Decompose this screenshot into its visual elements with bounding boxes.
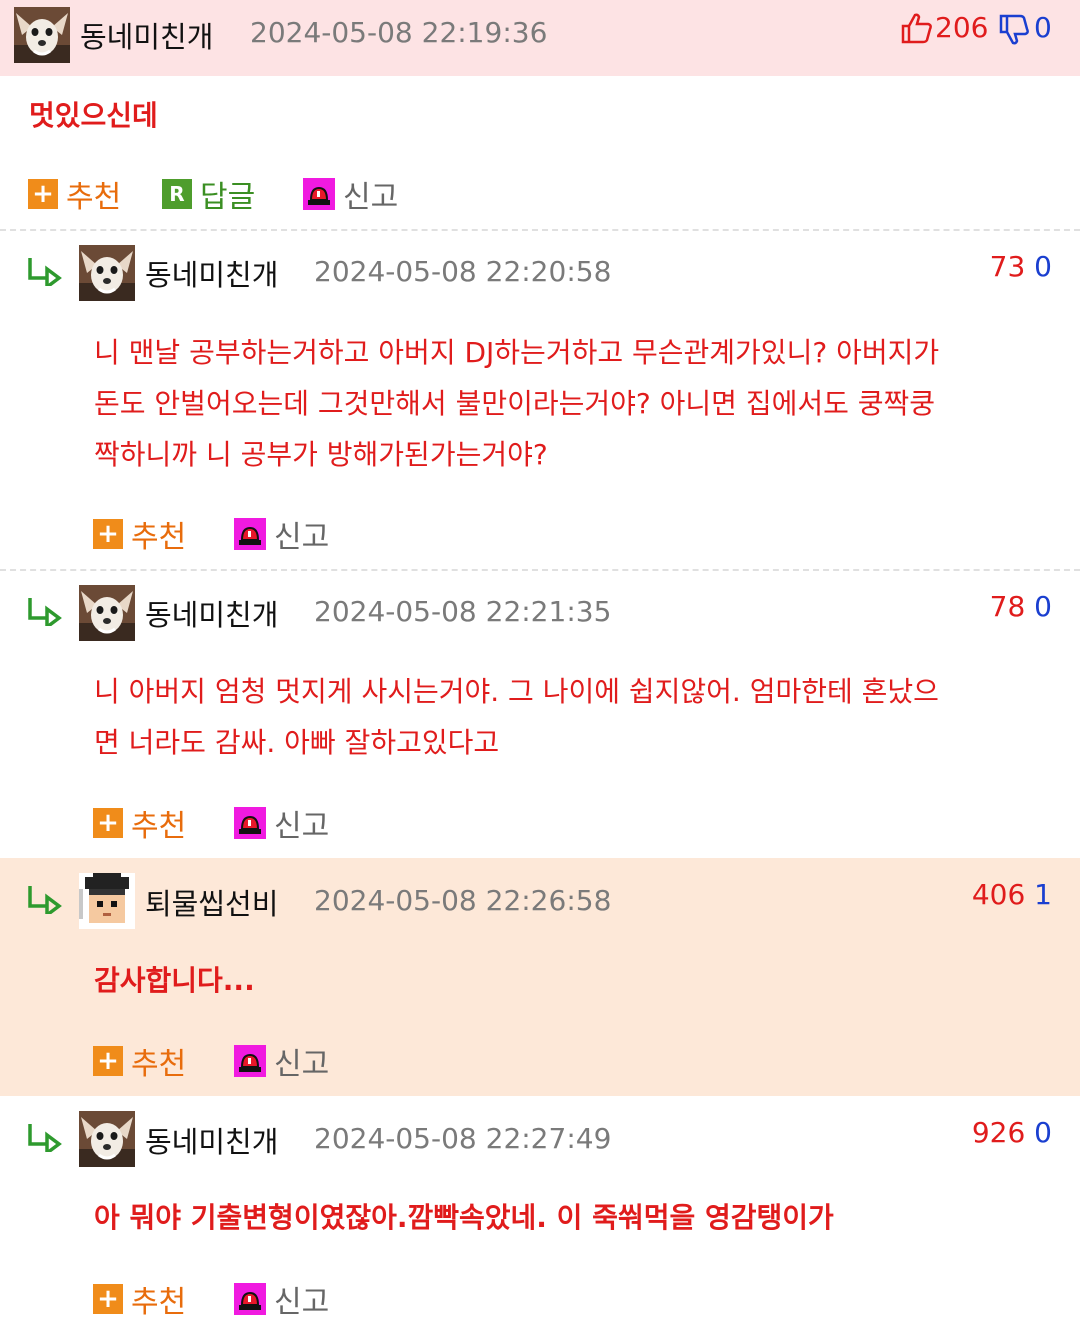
comment-body-line: 돈도 안벌어오는데 그것만해서 불만이라는거야? 아니면 집에서도 쿵짝쿵 <box>94 387 936 420</box>
like-count: 73 <box>989 250 1026 283</box>
recommend-label: 추천 <box>131 520 187 555</box>
like-count: 78 <box>989 590 1026 623</box>
reply-arrow-icon <box>27 256 63 286</box>
vote-counts: 406 1 <box>972 878 1052 911</box>
reply-arrow-icon <box>27 1122 63 1152</box>
thumbs-up-icon[interactable] <box>900 12 934 44</box>
dislike-count: 1 <box>1034 878 1052 911</box>
recommend-label: 추천 <box>131 1047 187 1082</box>
report-label: 신고 <box>343 180 399 215</box>
comment-body-line: 멋있으신데 <box>29 99 158 132</box>
siren-icon <box>234 1283 266 1315</box>
report-label: 신고 <box>274 809 330 844</box>
recommend-button[interactable]: + 추천 <box>93 512 186 556</box>
comment-datetime: 2024-05-08 22:20:58 <box>314 255 612 288</box>
divider <box>0 569 1080 571</box>
vote-counts: 78 0 <box>990 590 1052 623</box>
recommend-label: 추천 <box>131 1285 187 1320</box>
recommend-label: 추천 <box>131 809 187 844</box>
reply-arrow-icon <box>27 596 63 626</box>
like-count: 406 <box>971 878 1026 911</box>
siren-icon <box>234 807 266 839</box>
report-label: 신고 <box>274 1285 330 1320</box>
like-count: 206 <box>935 11 989 44</box>
plus-icon: + <box>93 808 123 838</box>
comment-datetime: 2024-05-08 22:27:49 <box>314 1122 612 1155</box>
comment-datetime: 2024-05-08 22:21:35 <box>314 595 612 628</box>
comment-nickname[interactable]: 동네미친개 <box>145 592 278 634</box>
report-button[interactable]: 신고 <box>303 172 398 216</box>
dog-avatar[interactable] <box>79 585 135 641</box>
comment-datetime: 2024-05-08 22:26:58 <box>314 884 612 917</box>
report-button[interactable]: 신고 <box>234 801 329 845</box>
recommend-button[interactable]: + 추천 <box>93 1039 186 1083</box>
recommend-label: 추천 <box>66 180 122 215</box>
recommend-button[interactable]: + 추천 <box>93 801 186 845</box>
comment-body-line: 짝하니까 니 공부가 방해가된가는거야? <box>94 438 548 471</box>
vote-counts: 926 0 <box>972 1116 1052 1149</box>
siren-icon <box>303 178 335 210</box>
dog-avatar[interactable] <box>79 245 135 301</box>
plus-icon: + <box>93 519 123 549</box>
comment-nickname[interactable]: 동네미친개 <box>145 252 278 294</box>
report-button[interactable]: 신고 <box>234 1039 329 1083</box>
scholar-avatar[interactable] <box>79 873 135 929</box>
plus-icon: + <box>28 179 58 209</box>
vote-counts: 73 0 <box>990 250 1052 283</box>
recommend-button[interactable]: + 추천 <box>93 1277 186 1321</box>
siren-icon <box>234 1045 266 1077</box>
recommend-button[interactable]: + 추천 <box>28 172 121 216</box>
reply-arrow-icon <box>27 884 63 914</box>
comment-body-line: 감사합니다... <box>94 964 255 997</box>
comment-body-line: 면 너라도 감싸. 아빠 잘하고있다고 <box>94 726 500 759</box>
reply-label: 답글 <box>200 180 256 215</box>
r-icon: R <box>162 179 192 209</box>
report-button[interactable]: 신고 <box>234 1277 329 1321</box>
dog-avatar[interactable] <box>79 1111 135 1167</box>
like-count: 926 <box>971 1116 1026 1149</box>
report-button[interactable]: 신고 <box>234 512 329 556</box>
report-label: 신고 <box>274 520 330 555</box>
plus-icon: + <box>93 1284 123 1314</box>
reply-button[interactable]: R 답글 <box>162 172 255 216</box>
dislike-count: 0 <box>1034 250 1052 283</box>
plus-icon: + <box>93 1046 123 1076</box>
dislike-count: 0 <box>1034 1116 1052 1149</box>
comment-nickname[interactable]: 동네미친개 <box>80 14 213 56</box>
comment-datetime: 2024-05-08 22:19:36 <box>250 16 548 49</box>
siren-icon <box>234 518 266 550</box>
dislike-count: 0 <box>1034 590 1052 623</box>
comment-body-line: 니 아버지 엄청 멋지게 사시는거야. 그 나이에 쉽지않어. 엄마한테 혼났으 <box>94 675 939 708</box>
report-label: 신고 <box>274 1047 330 1082</box>
thumbs-down-icon[interactable] <box>998 14 1030 46</box>
comment-body-line: 아 뭐야 기출변형이였잖아.깜빡속았네. 이 죽쒀먹을 영감탱이가 <box>94 1201 834 1234</box>
comment-nickname[interactable]: 퇴물씹선비 <box>145 881 278 923</box>
dislike-count: 0 <box>1034 11 1052 44</box>
dog-avatar[interactable] <box>14 7 70 63</box>
comment-body-line: 니 맨날 공부하는거하고 아버지 DJ하는거하고 무슨관계가있니? 아버지가 <box>94 336 940 369</box>
comment-nickname[interactable]: 동네미친개 <box>145 1119 278 1161</box>
divider <box>0 229 1080 231</box>
